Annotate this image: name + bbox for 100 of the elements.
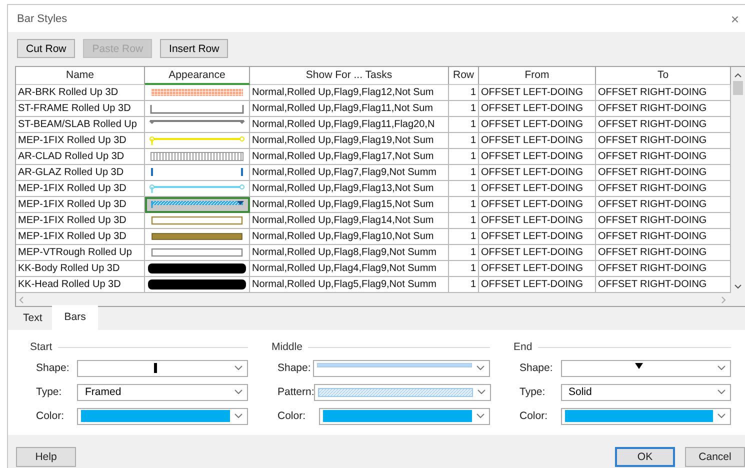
dropdown-field[interactable] [560, 360, 731, 376]
table-cell: OFFSET LEFT-DOING [479, 261, 596, 277]
appearance-cell[interactable] [145, 245, 250, 261]
table-cell: OFFSET LEFT-DOING [479, 197, 596, 213]
table-cell: Normal,Rolled Up,Flag9,Flag13,Not Sum [250, 181, 449, 197]
table-cell: Normal,Rolled Up,Flag9,Flag11,Flag20,N [250, 117, 449, 133]
table-cell: Normal,Rolled Up,Flag9,Flag11,Not Sum [250, 101, 449, 117]
table-cell: MEP-VTRough Rolled Up [16, 245, 145, 261]
table-cell: AR-CLAD Rolled Up 3D [16, 149, 145, 165]
table-cell: 1 [449, 181, 479, 197]
table-cell: OFFSET LEFT-DOING [479, 245, 596, 261]
table-cell: 1 [449, 261, 479, 277]
table-cell: OFFSET LEFT-DOING [479, 181, 596, 197]
table-cell: OFFSET LEFT-DOING [479, 117, 596, 133]
table-cell: OFFSET LEFT-DOING [479, 149, 596, 165]
appearance-cell[interactable] [145, 277, 250, 293]
table-cell: Normal,Rolled Up,Flag9,Flag19,Not Sum [250, 133, 449, 149]
field-label: Color: [278, 410, 307, 422]
dropdown-field[interactable] [312, 360, 490, 376]
table-cell: OFFSET LEFT-DOING [479, 133, 596, 149]
table-cell: MEP-1FIX Rolled Up 3D [16, 197, 145, 213]
table-cell: OFFSET LEFT-DOING [479, 229, 596, 245]
column-header[interactable]: Show For ... Tasks [250, 67, 449, 85]
column-header[interactable]: Appearance [145, 67, 250, 85]
table-cell: Normal,Rolled Up,Flag9,Flag17,Not Sum [250, 149, 449, 165]
tab[interactable]: Text [15, 307, 52, 330]
table-cell: OFFSET LEFT-DOING [479, 101, 596, 117]
tab[interactable]: Bars [52, 305, 98, 330]
dropdown-field[interactable]: Framed [77, 384, 248, 400]
table-cell: 1 [449, 197, 479, 213]
dialog-button[interactable]: Help [16, 447, 76, 467]
table-cell: 1 [449, 245, 479, 261]
appearance-cell[interactable] [145, 165, 250, 181]
dialog-button[interactable]: OK [615, 447, 675, 467]
table-cell: Normal,Rolled Up,Flag4,Flag9,Not Summ [250, 261, 449, 277]
appearance-cell[interactable] [145, 213, 250, 229]
scroll-left-icon[interactable] [19, 296, 24, 304]
table-cell: 1 [449, 165, 479, 181]
table-cell: OFFSET LEFT-DOING [479, 165, 596, 181]
scrollbar-thumb[interactable] [733, 81, 743, 95]
field-label: Type: [36, 386, 63, 398]
table-cell: ST-BEAM/SLAB Rolled Up [16, 117, 145, 133]
dropdown-field[interactable]: Solid [560, 384, 731, 400]
table-cell: AR-BRK Rolled Up 3D [16, 85, 145, 101]
field-label: Type: [520, 386, 546, 398]
appearance-cell[interactable] [145, 133, 250, 149]
table-cell: AR-GLAZ Rolled Up 3D [16, 165, 145, 181]
toolbar-button[interactable]: Insert Row [160, 39, 228, 58]
vertical-scrollbar[interactable] [731, 67, 745, 293]
table-cell: 1 [449, 213, 479, 229]
scroll-up-icon[interactable] [734, 73, 742, 78]
toolbar-button[interactable]: Cut Row [17, 39, 76, 58]
table-cell: MEP-1FIX Rolled Up 3D [16, 133, 145, 149]
field-label: Shape: [520, 362, 554, 374]
dropdown-field[interactable] [560, 408, 731, 424]
field-label: Shape: [36, 362, 70, 374]
dropdown-field[interactable] [314, 384, 492, 400]
table-cell: 1 [449, 117, 479, 133]
scroll-right-icon[interactable] [721, 296, 726, 304]
dropdown-field[interactable] [77, 360, 248, 376]
appearance-cell[interactable] [145, 117, 250, 133]
table-cell: Normal,Rolled Up,Flag9,Flag15,Not Sum [250, 197, 449, 213]
close-button[interactable]: × [725, 10, 745, 26]
appearance-cell[interactable] [145, 101, 250, 117]
table-cell: MEP-1FIX Rolled Up 3D [16, 229, 145, 245]
group-title: End [514, 341, 532, 353]
appearance-cell[interactable] [145, 149, 250, 165]
field-label: Shape: [278, 362, 312, 374]
table-cell: Normal,Rolled Up,Flag8,Flag9,Not Summ [250, 245, 449, 261]
table-cell: ST-FRAME Rolled Up 3D [16, 101, 145, 117]
table-cell: 1 [449, 229, 479, 245]
column-header[interactable]: Row [449, 67, 479, 85]
dropdown-field[interactable] [318, 408, 490, 424]
field-label: Color: [36, 410, 66, 422]
column-header[interactable]: From [479, 67, 596, 85]
dialog-button[interactable]: Cancel [685, 447, 745, 467]
table-cell: MEP-1FIX Rolled Up 3D [16, 181, 145, 197]
table-cell: 1 [449, 149, 479, 165]
dropdown-field[interactable] [77, 408, 248, 424]
column-header[interactable]: To [596, 67, 731, 85]
group-title: Start [30, 341, 52, 353]
appearance-cell[interactable] [145, 261, 250, 277]
table-cell: Normal,Rolled Up,Flag9,Flag10,Not Sum [250, 229, 449, 245]
scroll-down-icon[interactable] [734, 284, 742, 289]
table-cell: 1 [449, 85, 479, 101]
window-title: Bar Styles [17, 12, 68, 24]
table-cell: Normal,Rolled Up,Flag9,Flag12,Not Sum [250, 85, 449, 101]
table-cell: Normal,Rolled Up,Flag7,Flag9,Not Summ [250, 165, 449, 181]
group-title: Middle [272, 341, 302, 353]
table-cell: 1 [449, 133, 479, 149]
appearance-cell[interactable] [145, 85, 250, 101]
appearance-cell[interactable] [145, 229, 250, 245]
horizontal-scrollbar[interactable] [16, 293, 745, 306]
column-header[interactable]: Name [16, 67, 145, 85]
table-cell: Normal,Rolled Up,Flag9,Flag14,Not Sum [250, 213, 449, 229]
table-cell: 1 [449, 101, 479, 117]
appearance-cell[interactable] [145, 197, 250, 213]
table-cell: MEP-1FIX Rolled Up 3D [16, 213, 145, 229]
field-label: Pattern: [278, 386, 314, 398]
table-cell: OFFSET LEFT-DOING [479, 213, 596, 229]
